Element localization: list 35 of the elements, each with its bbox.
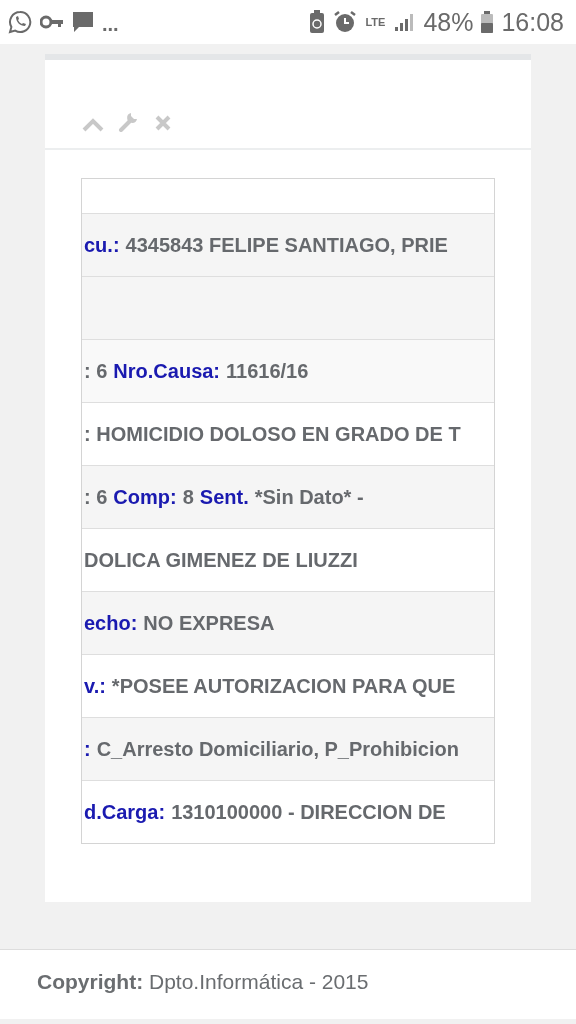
field-value: : 6: [84, 359, 108, 383]
clock-time: 16:08: [501, 7, 564, 37]
field-label: v.:: [84, 674, 106, 698]
field-value: C_Arresto Domiciliario, P_Prohibicion: [96, 737, 459, 761]
overflow-dots: ...: [102, 12, 119, 36]
chevron-up-icon: [82, 118, 104, 132]
message-icon: [72, 11, 94, 33]
field-value: : HOMICIDIO DOLOSO EN GRADO DE T: [84, 422, 461, 446]
field-label: :: [84, 737, 91, 761]
copyright-text: Copyright: Dpto.Informática - 2015: [37, 970, 370, 994]
field-label: d.Carga:: [84, 800, 166, 824]
field-label: Comp:: [113, 485, 177, 509]
field-value: 4345843 FELIPE SANTIAGO, PRIE: [125, 233, 448, 257]
close-icon: [154, 114, 172, 132]
field-value: NO EXPRESA: [143, 611, 275, 635]
signal-icon: [393, 11, 416, 33]
field-label: Nro.Causa:: [113, 359, 221, 383]
battery-percent: 48%: [423, 7, 474, 37]
field-value: 11616/16: [226, 359, 309, 383]
field-value: 8: [182, 485, 194, 509]
key-icon: [40, 15, 64, 29]
alarm-clock-icon: [333, 10, 358, 34]
field-value: DOLICA GIMENEZ DE LIUZZI: [84, 548, 358, 572]
chat-bubble-icon: [8, 10, 32, 34]
battery-saver-icon: [309, 10, 326, 34]
field-value: *Sin Dato* -: [254, 485, 364, 509]
field-value: 1310100000 - DIRECCION DE: [171, 800, 446, 824]
field-label: Sent.: [199, 485, 249, 509]
field-value: : 6: [84, 485, 108, 509]
field-value: *POSEE AUTORIZACION PARA QUE: [111, 674, 456, 698]
field-label: echo:: [84, 611, 138, 635]
field-label: cu.:: [84, 233, 120, 257]
network-type: LTE: [365, 17, 386, 27]
battery-icon: [481, 11, 494, 33]
wrench-icon: [118, 110, 140, 132]
